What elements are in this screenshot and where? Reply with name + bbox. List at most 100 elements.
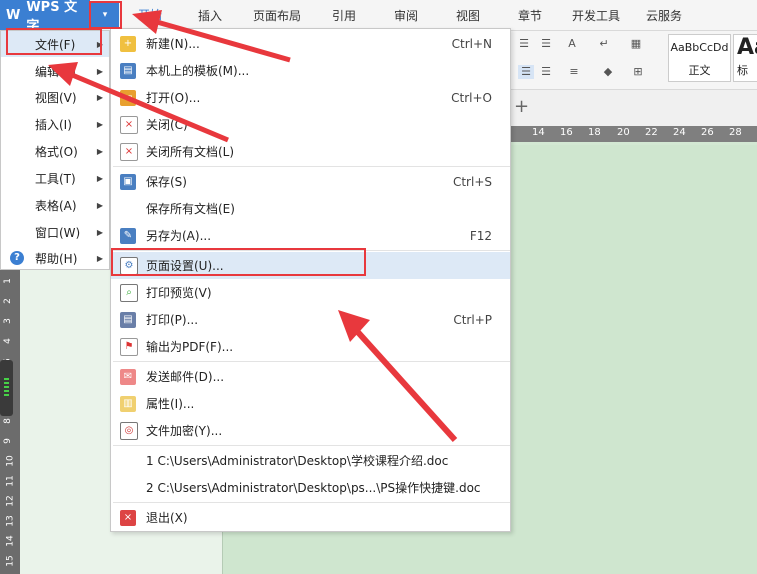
submenu-arrow-icon: ▶ <box>96 227 103 237</box>
horizontal-ruler: 14 16 18 20 22 24 26 28 <box>510 126 757 142</box>
tab-view[interactable]: 视图 <box>456 0 480 30</box>
menu-item-recent-2[interactable]: 2 C:\Users\Administrator\Desktop\ps...\P… <box>111 474 510 501</box>
side-panel-handle[interactable] <box>0 360 13 416</box>
ruler-tick: 22 <box>645 127 658 138</box>
justify-icon[interactable]: ☰ <box>518 65 534 79</box>
ruler-tick: 28 <box>729 127 742 138</box>
menu-item-save-all[interactable]: 保存所有文档(E) <box>111 195 510 222</box>
mail-icon: ✉ <box>120 368 136 385</box>
menu-separator <box>113 445 510 446</box>
shading-icon[interactable]: ◆ <box>600 65 616 79</box>
app-menu-item-window[interactable]: 窗口(W) ▶ <box>1 219 109 245</box>
menu-item-save[interactable]: ▣ 保存(S) Ctrl+S <box>111 168 510 195</box>
ruler-tick: 24 <box>673 127 686 138</box>
ruler-tick: 4 <box>2 338 13 344</box>
app-menu-item-edit[interactable]: 编辑(E) ▶ <box>1 58 109 84</box>
style-normal[interactable]: AaBbCcDd 正文 <box>668 34 731 82</box>
menu-item-save-as[interactable]: ✎ 另存为(A)... F12 <box>111 222 510 249</box>
ruler-tick: 8 <box>2 418 13 424</box>
new-tab-plus-icon[interactable]: + <box>514 96 529 117</box>
app-menu-item-format[interactable]: 格式(O) ▶ <box>1 138 109 164</box>
menu-item-recent-1[interactable]: 1 C:\Users\Administrator\Desktop\学校课程介绍.… <box>111 447 510 474</box>
indent-decrease-icon[interactable]: ☰ <box>516 37 532 51</box>
ruler-tick: 18 <box>588 127 601 138</box>
tab-cloud-service[interactable]: 云服务 <box>646 0 682 30</box>
menu-item-print-preview[interactable]: ⌕ 打印预览(V) <box>111 279 510 306</box>
annotation-box-file <box>6 28 102 55</box>
file-submenu: + 新建(N)... Ctrl+N ▤ 本机上的模板(M)... ▭ 打开(O)... C… <box>110 28 511 532</box>
tab-start[interactable]: 开始 <box>131 0 169 30</box>
app-menu-item-help[interactable]: ? 帮助(H) ▶ <box>1 245 109 271</box>
submenu-arrow-icon: ▶ <box>96 173 103 183</box>
pdf-icon: ⚑ <box>120 337 138 356</box>
menu-item-print[interactable]: ▤ 打印(P)... Ctrl+P <box>111 306 510 333</box>
menu-separator <box>113 502 510 503</box>
tab-chapter[interactable]: 章节 <box>518 0 542 30</box>
menu-item-send-mail[interactable]: ✉ 发送邮件(D)... <box>111 363 510 390</box>
ruler-tick: 15 <box>5 555 16 567</box>
menu-separator <box>113 166 510 167</box>
ruler-tick: 14 <box>532 127 545 138</box>
tab-references[interactable]: 引用 <box>332 0 356 30</box>
table-icon[interactable]: ▦ <box>628 37 644 51</box>
close-doc-icon: × <box>120 115 138 134</box>
ruler-tick: 11 <box>5 475 16 487</box>
open-folder-icon: ▭ <box>120 89 136 106</box>
document-tab-bar <box>510 90 757 126</box>
border-icon[interactable]: ⊞ <box>630 65 646 79</box>
style-big-preview: Aa <box>737 35 757 60</box>
wps-app-button[interactable]: W WPS 文字 <box>0 0 90 34</box>
new-doc-icon: + <box>120 35 136 52</box>
menu-item-exit[interactable]: × 退出(X) <box>111 504 510 531</box>
ruler-tick: 20 <box>617 127 630 138</box>
ruler-tick: 26 <box>701 127 714 138</box>
vertical-ruler: 1 2 3 4 5 6 7 8 9 10 11 12 13 14 15 <box>0 272 20 572</box>
submenu-arrow-icon: ▶ <box>96 92 103 102</box>
change-case-icon[interactable]: A <box>564 37 580 51</box>
ruler-tick: 3 <box>2 318 13 324</box>
distributed-icon[interactable]: ☰ <box>538 65 554 79</box>
tab-review[interactable]: 审阅 <box>394 0 418 30</box>
line-spacing-icon[interactable]: ≡ <box>566 65 582 79</box>
template-icon: ▤ <box>120 62 136 79</box>
app-menu-item-view[interactable]: 视图(V) ▶ <box>1 84 109 110</box>
app-menu-item-table[interactable]: 表格(A) ▶ <box>1 192 109 218</box>
tab-page-layout[interactable]: 页面布局 <box>253 0 301 30</box>
indent-increase-icon[interactable]: ☰ <box>538 37 554 51</box>
wps-logo-icon: W <box>6 7 21 23</box>
style-heading[interactable]: Aa 标 <box>733 34 757 82</box>
ruler-tick: 14 <box>5 535 16 547</box>
submenu-arrow-icon: ▶ <box>96 253 103 263</box>
save-as-icon: ✎ <box>120 227 136 244</box>
menu-item-encrypt[interactable]: ◎ 文件加密(Y)... <box>111 417 510 444</box>
ruler-tick: 10 <box>5 455 16 467</box>
exit-icon: × <box>120 509 136 526</box>
menu-item-close[interactable]: × 关闭(C) <box>111 111 510 138</box>
style-preview-text: AaBbCcDd <box>670 41 729 54</box>
app-menu-item-tools[interactable]: 工具(T) ▶ <box>1 165 109 191</box>
ruler-tick: 13 <box>5 515 16 527</box>
submenu-arrow-icon: ▶ <box>96 200 103 210</box>
style-normal-label: 正文 <box>688 64 711 77</box>
app-menu-item-insert[interactable]: 插入(I) ▶ <box>1 111 109 137</box>
encrypt-icon: ◎ <box>120 421 138 440</box>
menu-item-export-pdf[interactable]: ⚑ 输出为PDF(F)... <box>111 333 510 360</box>
submenu-arrow-icon: ▶ <box>96 146 103 156</box>
ruler-tick: 12 <box>5 495 16 507</box>
help-icon: ? <box>10 251 24 265</box>
ruler-tick: 2 <box>2 298 13 304</box>
tab-developer[interactable]: 开发工具 <box>572 0 620 30</box>
line-break-icon[interactable]: ↵ <box>596 37 612 51</box>
menu-separator <box>113 361 510 362</box>
ruler-tick: 16 <box>560 127 573 138</box>
menu-item-local-templates[interactable]: ▤ 本机上的模板(M)... <box>111 57 510 84</box>
menu-item-open[interactable]: ▭ 打开(O)... Ctrl+O <box>111 84 510 111</box>
menu-item-new[interactable]: + 新建(N)... Ctrl+N <box>111 30 510 57</box>
ruler-tick: 1 <box>2 278 13 284</box>
menu-item-close-all[interactable]: × 关闭所有文档(L) <box>111 138 510 165</box>
tab-insert[interactable]: 插入 <box>198 0 222 30</box>
print-icon: ▤ <box>120 311 136 328</box>
style-heading-label: 标 <box>737 64 748 77</box>
annotation-box-dropdown <box>89 1 122 29</box>
menu-item-properties[interactable]: ▥ 属性(I)... <box>111 390 510 417</box>
